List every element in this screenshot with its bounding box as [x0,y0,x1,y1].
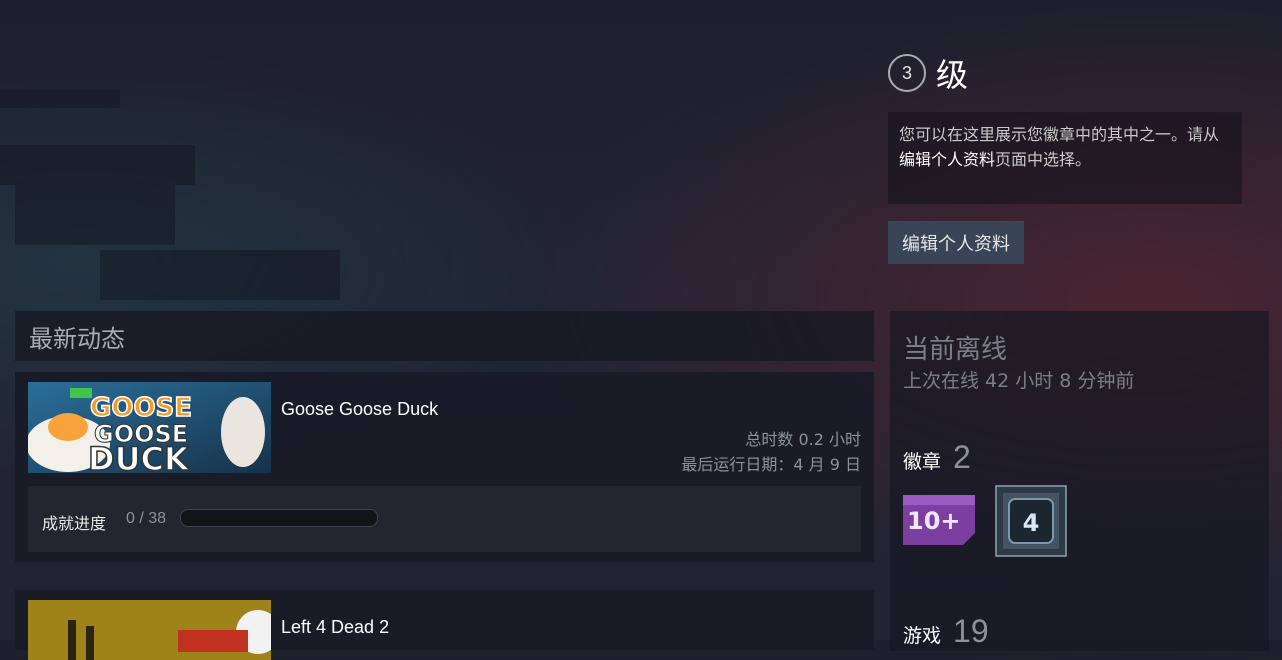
total-playtime: 总时数 0.2 小时 [745,430,861,449]
svg-text:DUCK: DUCK [88,440,190,473]
games-label[interactable]: 游戏 [903,621,941,648]
profile-right-panel: 当前离线 上次在线 42 小时 8 分钟前 徽章 2 10+ 4 游戏 19 [890,311,1269,651]
badge-years-text: 4 [1023,509,1040,537]
badge-10-plus-text: 10+ [907,507,961,535]
level-badge-circle: 3 [888,54,926,92]
note-text-end: 页面中选择。 [995,150,1092,169]
note-text: 您可以在这里展示您徽章中的其中之一。请从 [899,125,1220,144]
achievement-progress-bar [180,509,378,527]
level-label: 级 [936,56,969,94]
last-online-text: 上次在线 42 小时 8 分钟前 [903,370,1135,392]
recent-game-card: Left 4 Dead 2 [15,590,874,660]
achievement-progress-box: 成就进度 0 / 38 [28,486,861,552]
games-count[interactable]: 19 [953,613,989,650]
last-played-date: 最后运行日期：4 月 9 日 [681,455,861,474]
showcase-badge-note: 您可以在这里展示您徽章中的其中之一。请从编辑个人资料页面中选择。 [888,112,1242,204]
game-name[interactable]: Goose Goose Duck [281,399,438,420]
recent-game-card: GOOSE GOOSE DUCK Goose Goose Duck 总时数 0.… [15,372,874,562]
svg-text:GOOSE: GOOSE [90,393,192,423]
achievement-count: 0 / 38 [126,510,167,527]
badge-years-icon[interactable]: 4 [995,485,1067,557]
online-status: 当前离线 [903,335,1008,365]
background-shape [0,90,120,108]
recent-activity-header: 最新动态 [15,311,874,361]
edit-profile-link[interactable]: 编辑个人资料 [899,150,995,169]
recent-activity-title: 最新动态 [29,324,125,353]
badges-section[interactable]: 徽章 2 [903,439,971,476]
badges-label[interactable]: 徽章 [903,447,941,474]
background-shape [100,250,340,300]
edit-profile-button[interactable]: 编辑个人资料 [888,221,1024,264]
games-section[interactable]: 游戏 19 [903,613,989,650]
achievement-label[interactable]: 成就进度 [42,510,106,534]
game-capsule-image[interactable]: GOOSE GOOSE DUCK [28,382,271,473]
badges-count[interactable]: 2 [953,439,971,476]
profile-level: 3 级 [888,50,968,96]
game-capsule-image[interactable] [28,600,271,660]
badge-10-plus-icon[interactable]: 10+ [903,485,975,557]
background-shape [15,185,175,245]
background-shape [0,145,195,185]
game-name[interactable]: Left 4 Dead 2 [281,617,389,638]
